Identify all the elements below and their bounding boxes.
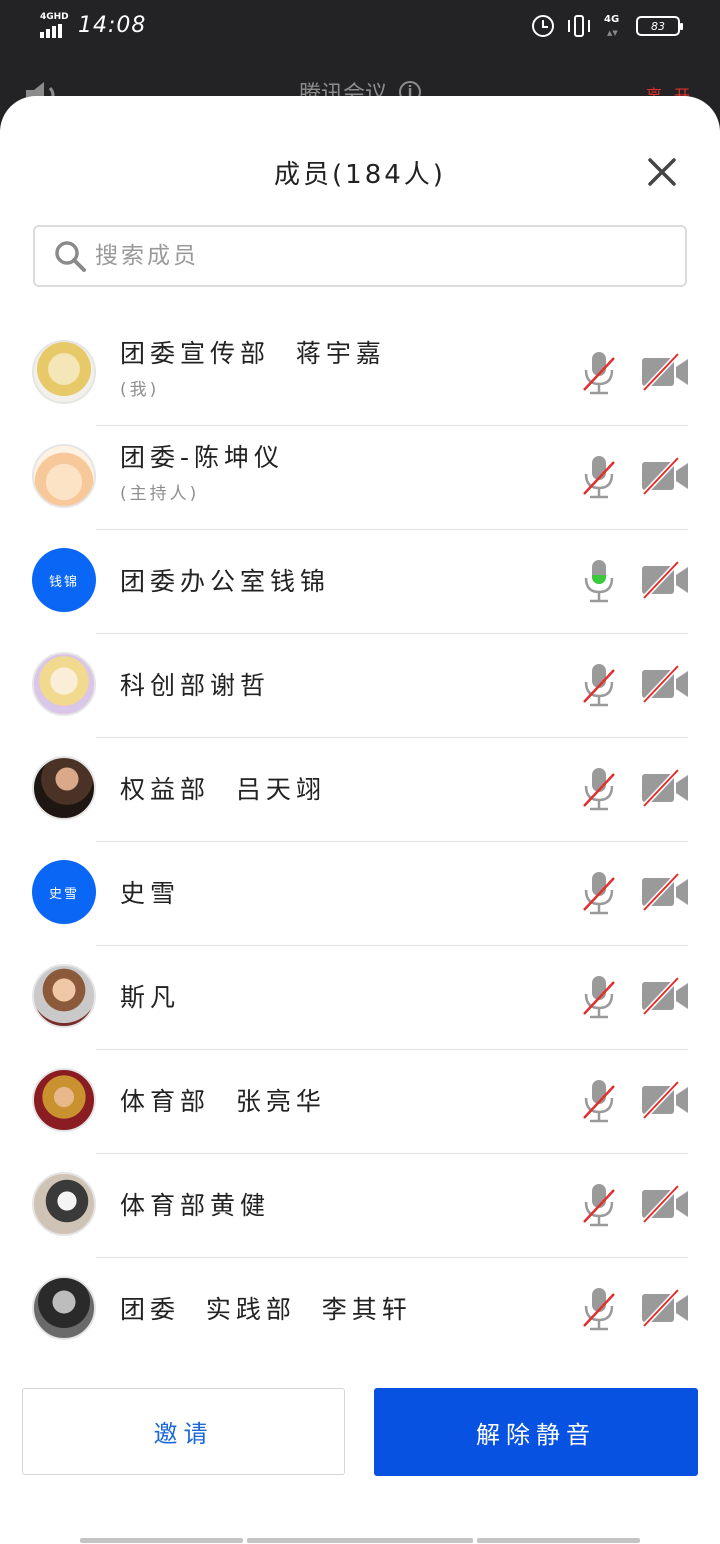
member-name: 体育部 张亮华 [120,1087,326,1116]
status-bar: 4GHD 14:08 4G ▲▼ 83 [0,0,720,56]
avatar [32,340,96,404]
avatar [32,444,96,508]
member-name: 团委宣传部 蒋宇嘉 [120,339,386,368]
mic-muted-icon [580,974,618,1020]
member-row[interactable]: 钱锦 团委办公室钱锦 [0,530,720,634]
member-name: 团委-陈坤仪 [120,443,285,472]
mic-speaking-icon [580,558,618,604]
cellular-signal-icon: 4GHD [40,12,70,38]
member-row[interactable]: 史雪 史雪 [0,842,720,946]
member-row[interactable]: 权益部 吕天翊 [0,738,720,842]
invite-button[interactable]: 邀请 [22,1388,345,1475]
member-role: (我) [120,380,160,400]
member-name: 斯凡 [120,983,181,1012]
member-name: 体育部黄健 [120,1191,271,1220]
member-row[interactable]: 体育部 张亮华 [0,1050,720,1154]
member-row[interactable]: 团委 实践部 李其轩 [0,1258,720,1362]
camera-off-icon [640,352,690,392]
member-name: 史雪 [120,879,181,908]
avatar [32,756,96,820]
member-list: 团委宣传部 蒋宇嘉 (我) 团委-陈坤仪 (主持人) 钱锦 团委办公室钱锦 科创… [0,322,720,1362]
member-name: 科创部谢哲 [120,671,271,700]
members-sheet: 成员(184人) 团委宣传部 蒋宇嘉 (我) 团委-陈坤仪 (主持人) [0,96,720,1544]
mic-muted-icon [580,454,618,500]
network-4g-icon: 4G ▲▼ [604,14,620,38]
camera-off-icon [640,976,690,1016]
camera-off-icon [640,768,690,808]
mic-muted-icon [580,662,618,708]
avatar: 钱锦 [32,548,96,612]
avatar [32,1068,96,1132]
camera-off-icon [640,872,690,912]
alarm-icon [532,15,554,37]
nav-indicator [80,1538,243,1543]
camera-off-icon [640,456,690,496]
unmute-button[interactable]: 解除静音 [374,1388,698,1476]
mic-muted-icon [580,870,618,916]
search-input[interactable] [93,242,657,270]
member-name: 团委 实践部 李其轩 [120,1295,412,1324]
battery-icon: 83 [636,16,683,36]
member-name: 权益部 吕天翊 [120,775,326,804]
battery-level: 83 [651,19,665,33]
member-row[interactable]: 体育部黄健 [0,1154,720,1258]
mic-muted-icon [580,1182,618,1228]
camera-off-icon [640,1080,690,1120]
member-row[interactable]: 科创部谢哲 [0,634,720,738]
avatar [32,1172,96,1236]
vibrate-icon [566,14,592,38]
nav-indicator [477,1538,640,1543]
nav-indicator [247,1538,473,1543]
camera-off-icon [640,560,690,600]
member-role: (主持人) [120,484,200,504]
avatar [32,1276,96,1340]
camera-off-icon [640,664,690,704]
member-row[interactable]: 团委宣传部 蒋宇嘉 (我) [0,322,720,426]
sheet-title: 成员(184人) [274,160,446,190]
status-time: 14:08 [78,12,147,38]
mic-muted-icon [580,766,618,812]
member-row[interactable]: 团委-陈坤仪 (主持人) [0,426,720,530]
avatar [32,652,96,716]
camera-off-icon [640,1288,690,1328]
camera-off-icon [640,1184,690,1224]
avatar: 史雪 [32,860,96,924]
mic-muted-icon [580,350,618,396]
search-icon [55,241,86,272]
member-row[interactable]: 斯凡 [0,946,720,1050]
search-box[interactable] [33,225,687,287]
avatar [32,964,96,1028]
mic-muted-icon [580,1078,618,1124]
mic-muted-icon [580,1286,618,1332]
close-icon[interactable] [642,152,682,192]
member-name: 团委办公室钱锦 [120,567,331,596]
